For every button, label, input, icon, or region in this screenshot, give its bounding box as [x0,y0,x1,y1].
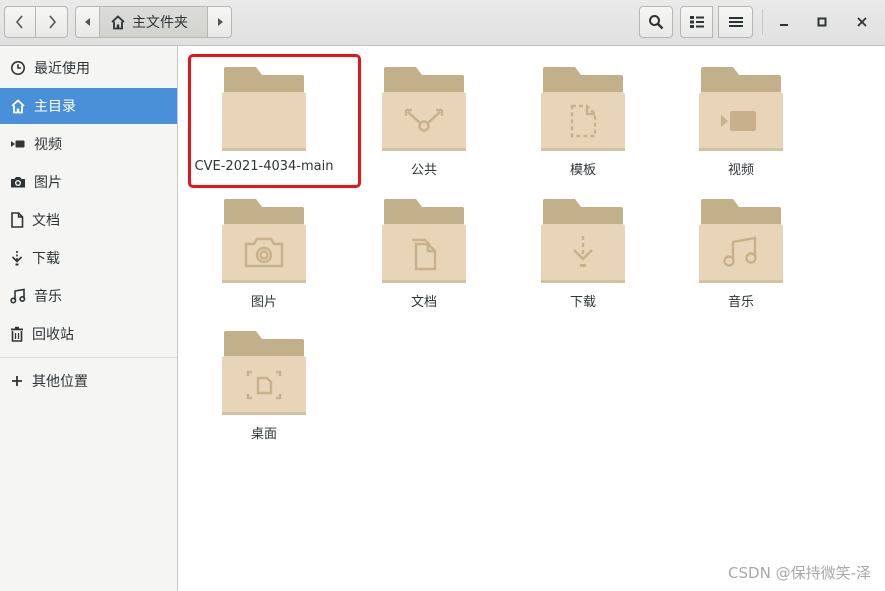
folder-item-videos[interactable]: 视频 [666,58,816,183]
home-icon [111,14,125,29]
folder-icon [222,331,306,415]
video-icon [11,140,25,148]
maximize-button[interactable] [808,8,836,36]
search-icon [649,15,664,30]
sidebar-item-label: 主目录 [34,99,76,115]
triangle-right-icon [217,18,223,26]
folder-item-desktop[interactable]: 桌面 [189,322,339,447]
path-scroll-right-button[interactable] [207,6,232,38]
plus-icon [12,376,22,386]
minimize-icon [780,24,788,26]
folder-item-templates[interactable]: 模板 [508,58,658,183]
header-bar: 主文件夹 [0,0,885,46]
sidebar-item-documents[interactable]: 文档 [0,202,177,238]
folder-item-documents[interactable]: 文档 [349,190,499,315]
file-name: 桌面 [250,427,277,442]
list-view-icon [689,16,704,28]
folder-item-public[interactable]: 公共 [349,58,499,183]
clock-icon [11,61,25,75]
file-name: CVE-2021-4034-main [194,159,334,174]
folder-item-downloads[interactable]: 下载 [508,190,658,315]
folder-icon [382,67,466,151]
sidebar-item-label: 文档 [32,213,60,229]
sidebar-item-music[interactable]: 音乐 [0,278,177,314]
sidebar-item-label: 音乐 [34,289,62,305]
folder-icon [382,199,466,283]
hamburger-icon [728,17,743,27]
sidebar-item-label: 回收站 [32,327,74,343]
folder-icon [699,67,783,151]
sidebar-item-label: 图片 [34,175,62,191]
file-grid: CVE-2021-4034-main 公共 模板 视频 图片 文档 下载 音乐 … [178,46,885,591]
music-icon [10,288,26,304]
file-name: 音乐 [727,295,754,310]
folder-item-pictures[interactable]: 图片 [189,190,339,315]
file-name: 视频 [727,163,754,178]
sidebar-item-label: 下载 [32,251,60,267]
sidebar-item-trash[interactable]: 回收站 [0,316,177,352]
folder-icon [541,199,625,283]
home-icon [11,98,25,113]
minimize-button[interactable] [770,8,798,36]
path-bar-label: 主文件夹 [132,15,188,31]
download-icon [11,251,23,266]
close-button[interactable] [848,8,876,36]
search-button[interactable] [639,6,673,38]
maximize-icon [817,17,827,27]
sidebar-separator [0,357,177,358]
folder-icon [541,67,625,151]
chevron-right-icon [48,15,56,29]
forward-button[interactable] [35,6,68,38]
sidebar-item-label: 视频 [34,137,62,153]
file-name: 图片 [250,295,277,310]
file-name: 模板 [569,163,596,178]
folder-icon [699,199,783,283]
folder-icon [222,67,306,151]
folder-item-music[interactable]: 音乐 [666,190,816,315]
document-icon [11,212,24,228]
sidebar-item-videos[interactable]: 视频 [0,126,177,162]
trash-icon [11,326,23,342]
close-icon [857,17,867,27]
sidebar-item-label: 最近使用 [34,61,90,77]
sidebar-item-other-locations[interactable]: 其他位置 [0,363,177,399]
file-name: 公共 [410,163,437,178]
folder-icon [222,199,306,283]
sidebar-item-recent[interactable]: 最近使用 [0,50,177,86]
sidebar-item-label: 其他位置 [32,374,88,390]
triangle-left-icon [84,18,90,26]
sidebar-item-home[interactable]: 主目录 [0,88,177,124]
file-name: 文档 [410,295,437,310]
path-bar-home-button[interactable]: 主文件夹 [99,6,208,38]
sidebar-item-pictures[interactable]: 图片 [0,164,177,200]
folder-item-cve[interactable]: CVE-2021-4034-main [189,58,339,183]
sidebar-item-downloads[interactable]: 下载 [0,240,177,276]
sidebar: 最近使用 主目录 视频 图片 文档 下载 音乐 回收站 其他位置 [0,46,178,591]
file-name: 下载 [569,295,596,310]
path-scroll-left-button[interactable] [75,6,100,38]
watermark: CSDN @保持微笑-泽 [728,564,871,582]
header-separator [762,9,763,35]
view-toggle-button[interactable] [680,6,713,38]
back-button[interactable] [4,6,36,38]
camera-icon [11,177,25,188]
chevron-left-icon [15,15,23,29]
menu-button[interactable] [718,6,753,38]
